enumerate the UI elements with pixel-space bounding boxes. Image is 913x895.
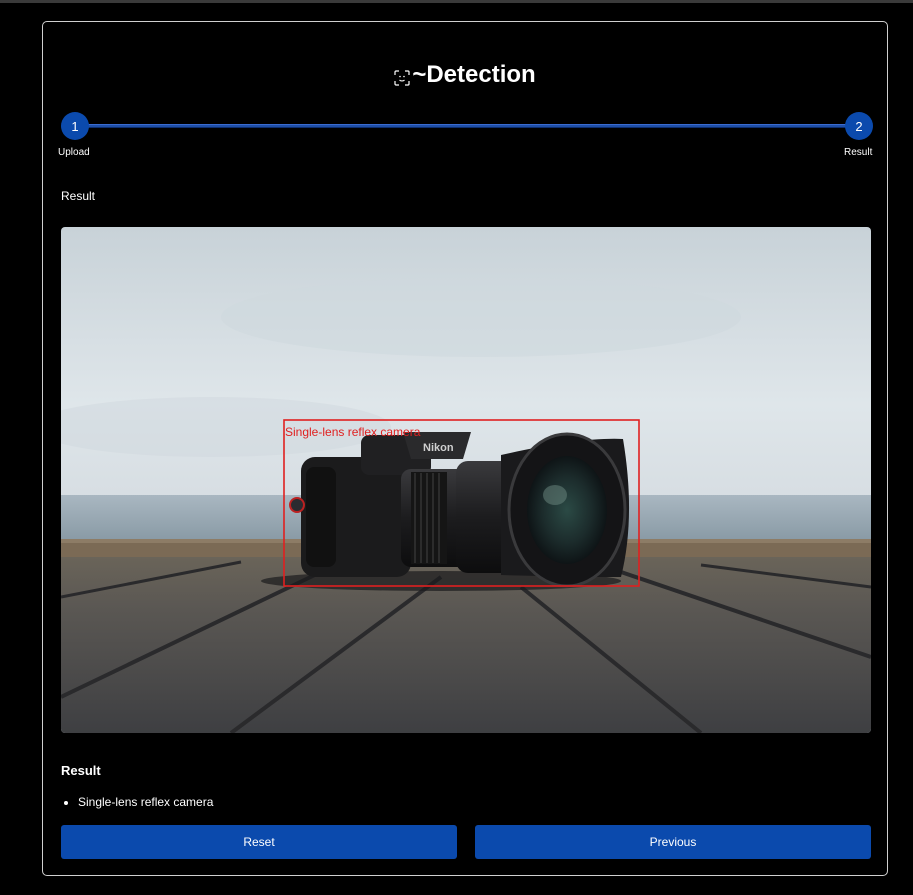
step-2-label: Result bbox=[844, 147, 873, 158]
step-1-indicator[interactable]: 1 bbox=[61, 112, 89, 140]
result-list: Single-lens reflex camera bbox=[61, 794, 213, 810]
detection-box-label: Single-lens reflex camera bbox=[285, 425, 421, 439]
step-2-indicator[interactable]: 2 bbox=[845, 112, 873, 140]
detection-card: ~Detection 1 Upload 2 Result Result Niko… bbox=[42, 21, 888, 876]
result-list-item: Single-lens reflex camera bbox=[78, 794, 213, 810]
step-1-label: Upload bbox=[58, 147, 90, 158]
detection-result-image: Nikon Single-lens reflex camera bbox=[61, 227, 871, 733]
page-title-text: ~Detection bbox=[412, 61, 536, 88]
window-top-border bbox=[0, 0, 913, 3]
previous-button[interactable]: Previous bbox=[475, 825, 871, 859]
result-heading: Result bbox=[61, 763, 101, 778]
svg-text:Nikon: Nikon bbox=[423, 442, 454, 454]
stepper-track bbox=[75, 124, 855, 128]
reset-button[interactable]: Reset bbox=[61, 825, 457, 859]
page-title: ~Detection bbox=[43, 60, 887, 90]
progress-stepper: 1 Upload 2 Result bbox=[57, 112, 873, 162]
section-label: Result bbox=[61, 189, 96, 203]
face-scan-icon bbox=[394, 64, 410, 86]
camera-photo: Nikon Single-lens reflex camera bbox=[61, 227, 871, 733]
